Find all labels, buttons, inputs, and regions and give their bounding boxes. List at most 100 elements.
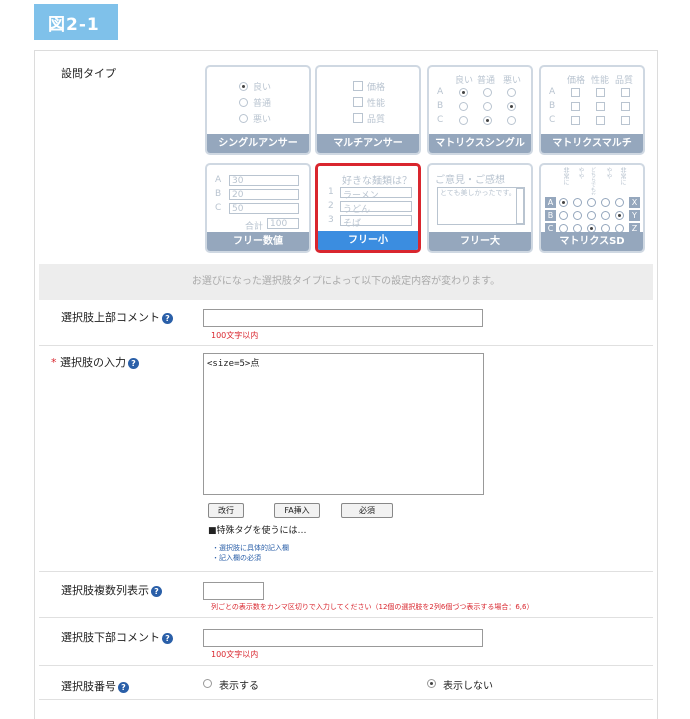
required-button[interactable]: 必須 — [341, 503, 393, 518]
type-card-free-large[interactable]: ご意見・ご感想 とても美しかったです。 フリー大 — [427, 163, 533, 253]
sd-left: B — [545, 210, 556, 221]
matrix-row: A — [549, 87, 556, 97]
radio-icon — [587, 198, 596, 207]
type-card-single[interactable]: 良い 普通 悪い シングルアンサー — [205, 65, 311, 155]
card-option: 悪い — [253, 115, 272, 125]
radio-icon — [239, 82, 248, 91]
help-icon[interactable]: ? — [118, 681, 129, 693]
type-card-multi[interactable]: 価格 性能 品質 マルチアンサー — [315, 65, 421, 155]
multi-column-label-text: 選択肢複数列表示 — [61, 584, 149, 597]
choices-textarea[interactable]: <size=5>点 — [203, 353, 484, 495]
card-option: 価格 — [367, 83, 386, 93]
question-type-label: 設問タイプ — [61, 67, 116, 80]
help-icon[interactable]: ? — [162, 312, 173, 324]
matrix-col: 良い — [455, 76, 474, 86]
total-field: 100 — [267, 218, 299, 229]
radio-icon — [507, 102, 516, 111]
radio-icon — [483, 102, 492, 111]
type-card-matrix-sd[interactable]: 非常に やや どちらでもない やや 非常に A B C X Y Z マトリクスS… — [539, 163, 645, 253]
radio-icon — [239, 98, 248, 107]
upper-comment-label: 選択肢上部コメント? — [61, 309, 173, 325]
sd-right: X — [629, 197, 640, 208]
help-icon[interactable]: ? — [128, 357, 139, 369]
checkbox-icon — [353, 113, 363, 123]
card-title: フリー数値 — [207, 232, 309, 251]
link-entry-required[interactable]: ・記入欄の必須 — [212, 553, 261, 563]
lower-comment-label-text: 選択肢下部コメント — [61, 631, 160, 644]
text-field: うどん — [340, 201, 412, 215]
sd-col: どちらでもない — [590, 167, 596, 195]
row-number: 2 — [328, 201, 334, 211]
row-letter: A — [215, 175, 222, 185]
upper-comment-note: 100文字以内 — [211, 331, 259, 340]
radio-hide-label: 表示しない — [443, 681, 493, 692]
card-title: マトリクスSD — [541, 232, 643, 251]
fa-insert-button[interactable]: FA挿入 — [274, 503, 320, 518]
radio-icon — [601, 211, 610, 220]
field-value: 100 — [270, 219, 288, 229]
text-field: そば — [340, 215, 412, 229]
matrix-row: C — [437, 115, 444, 125]
checkbox-icon — [571, 102, 580, 111]
radio-icon — [459, 116, 468, 125]
link-specific-entry[interactable]: ・選択肢に具体的記入欄 — [212, 543, 289, 553]
number-field: 30 — [229, 175, 299, 186]
matrix-col: 性能 — [591, 76, 610, 86]
special-tag-tip: ■特殊タグを使うには… — [208, 526, 307, 536]
card-title: マトリクスマルチ — [541, 134, 643, 153]
card-question: 好きな麺類は？ — [342, 176, 412, 187]
card-title: マトリクスシングル — [429, 134, 531, 153]
number-field: 50 — [229, 203, 299, 214]
type-card-matrix-multi[interactable]: 価格 性能 品質 A B C マトリクスマルチ — [539, 65, 645, 155]
multi-column-label: 選択肢複数列表示? — [61, 582, 162, 598]
matrix-col: 普通 — [477, 76, 496, 86]
row-letter: C — [215, 203, 222, 213]
lower-comment-label: 選択肢下部コメント? — [61, 629, 173, 645]
card-title: フリー大 — [429, 232, 531, 251]
radio-icon — [507, 116, 516, 125]
matrix-row: A — [437, 87, 444, 97]
lower-comment-input[interactable] — [203, 629, 483, 647]
radio-icon — [559, 198, 568, 207]
checkbox-icon — [353, 81, 363, 91]
radio-icon — [601, 198, 610, 207]
field-value: 20 — [232, 190, 244, 200]
multi-column-input[interactable] — [203, 582, 264, 600]
sd-right: Y — [629, 210, 640, 221]
sd-col: やや — [605, 167, 612, 179]
settings-panel: 設問タイプ 良い 普通 悪い シングルアンサー 価格 性能 品質 マルチアンサー… — [34, 50, 658, 719]
field-value: とても美しかったです。 — [440, 189, 516, 197]
choices-label: * 選択肢の入力? — [51, 354, 139, 370]
sd-left: A — [545, 197, 556, 208]
checkbox-icon — [571, 88, 580, 97]
radio-show[interactable] — [203, 679, 212, 688]
row-number: 1 — [328, 187, 334, 197]
radio-icon — [239, 114, 248, 123]
required-mark: * — [51, 356, 57, 369]
type-card-matrix-single[interactable]: 良い 普通 悪い A B C マトリクスシングル — [427, 65, 533, 155]
number-field: 20 — [229, 189, 299, 200]
help-icon[interactable]: ? — [151, 585, 162, 597]
type-card-free-small[interactable]: 好きな麺類は？ 1 ラーメン 2 うどん 3 そば フリー小 — [315, 163, 421, 253]
upper-comment-label-text: 選択肢上部コメント — [61, 311, 160, 324]
card-title: シングルアンサー — [207, 134, 309, 153]
checkbox-icon — [621, 102, 630, 111]
choices-label-text: 選択肢の入力 — [60, 356, 126, 369]
upper-comment-input[interactable] — [203, 309, 483, 327]
newline-button[interactable]: 改行 — [208, 503, 244, 518]
figure-label: 図2-1 — [34, 4, 118, 40]
divider — [39, 345, 653, 346]
multi-column-note: 列ごとの表示数をカンマ区切りで入力してください（12個の選択肢を2列6個づつ表示… — [211, 603, 534, 611]
scrollbar-icon — [516, 188, 524, 224]
radio-hide[interactable] — [427, 679, 436, 688]
card-option: 品質 — [367, 115, 386, 125]
help-icon[interactable]: ? — [162, 632, 173, 644]
card-option: 性能 — [367, 99, 386, 109]
type-card-free-number[interactable]: A 30 B 20 C 50 合計 100 フリー数値 — [205, 163, 311, 253]
divider — [39, 699, 653, 700]
matrix-row: B — [437, 101, 444, 111]
lower-comment-note: 100文字以内 — [211, 650, 259, 659]
choice-number-label-text: 選択肢番号 — [61, 680, 116, 693]
card-option: 良い — [253, 83, 272, 93]
matrix-row: B — [549, 101, 556, 111]
